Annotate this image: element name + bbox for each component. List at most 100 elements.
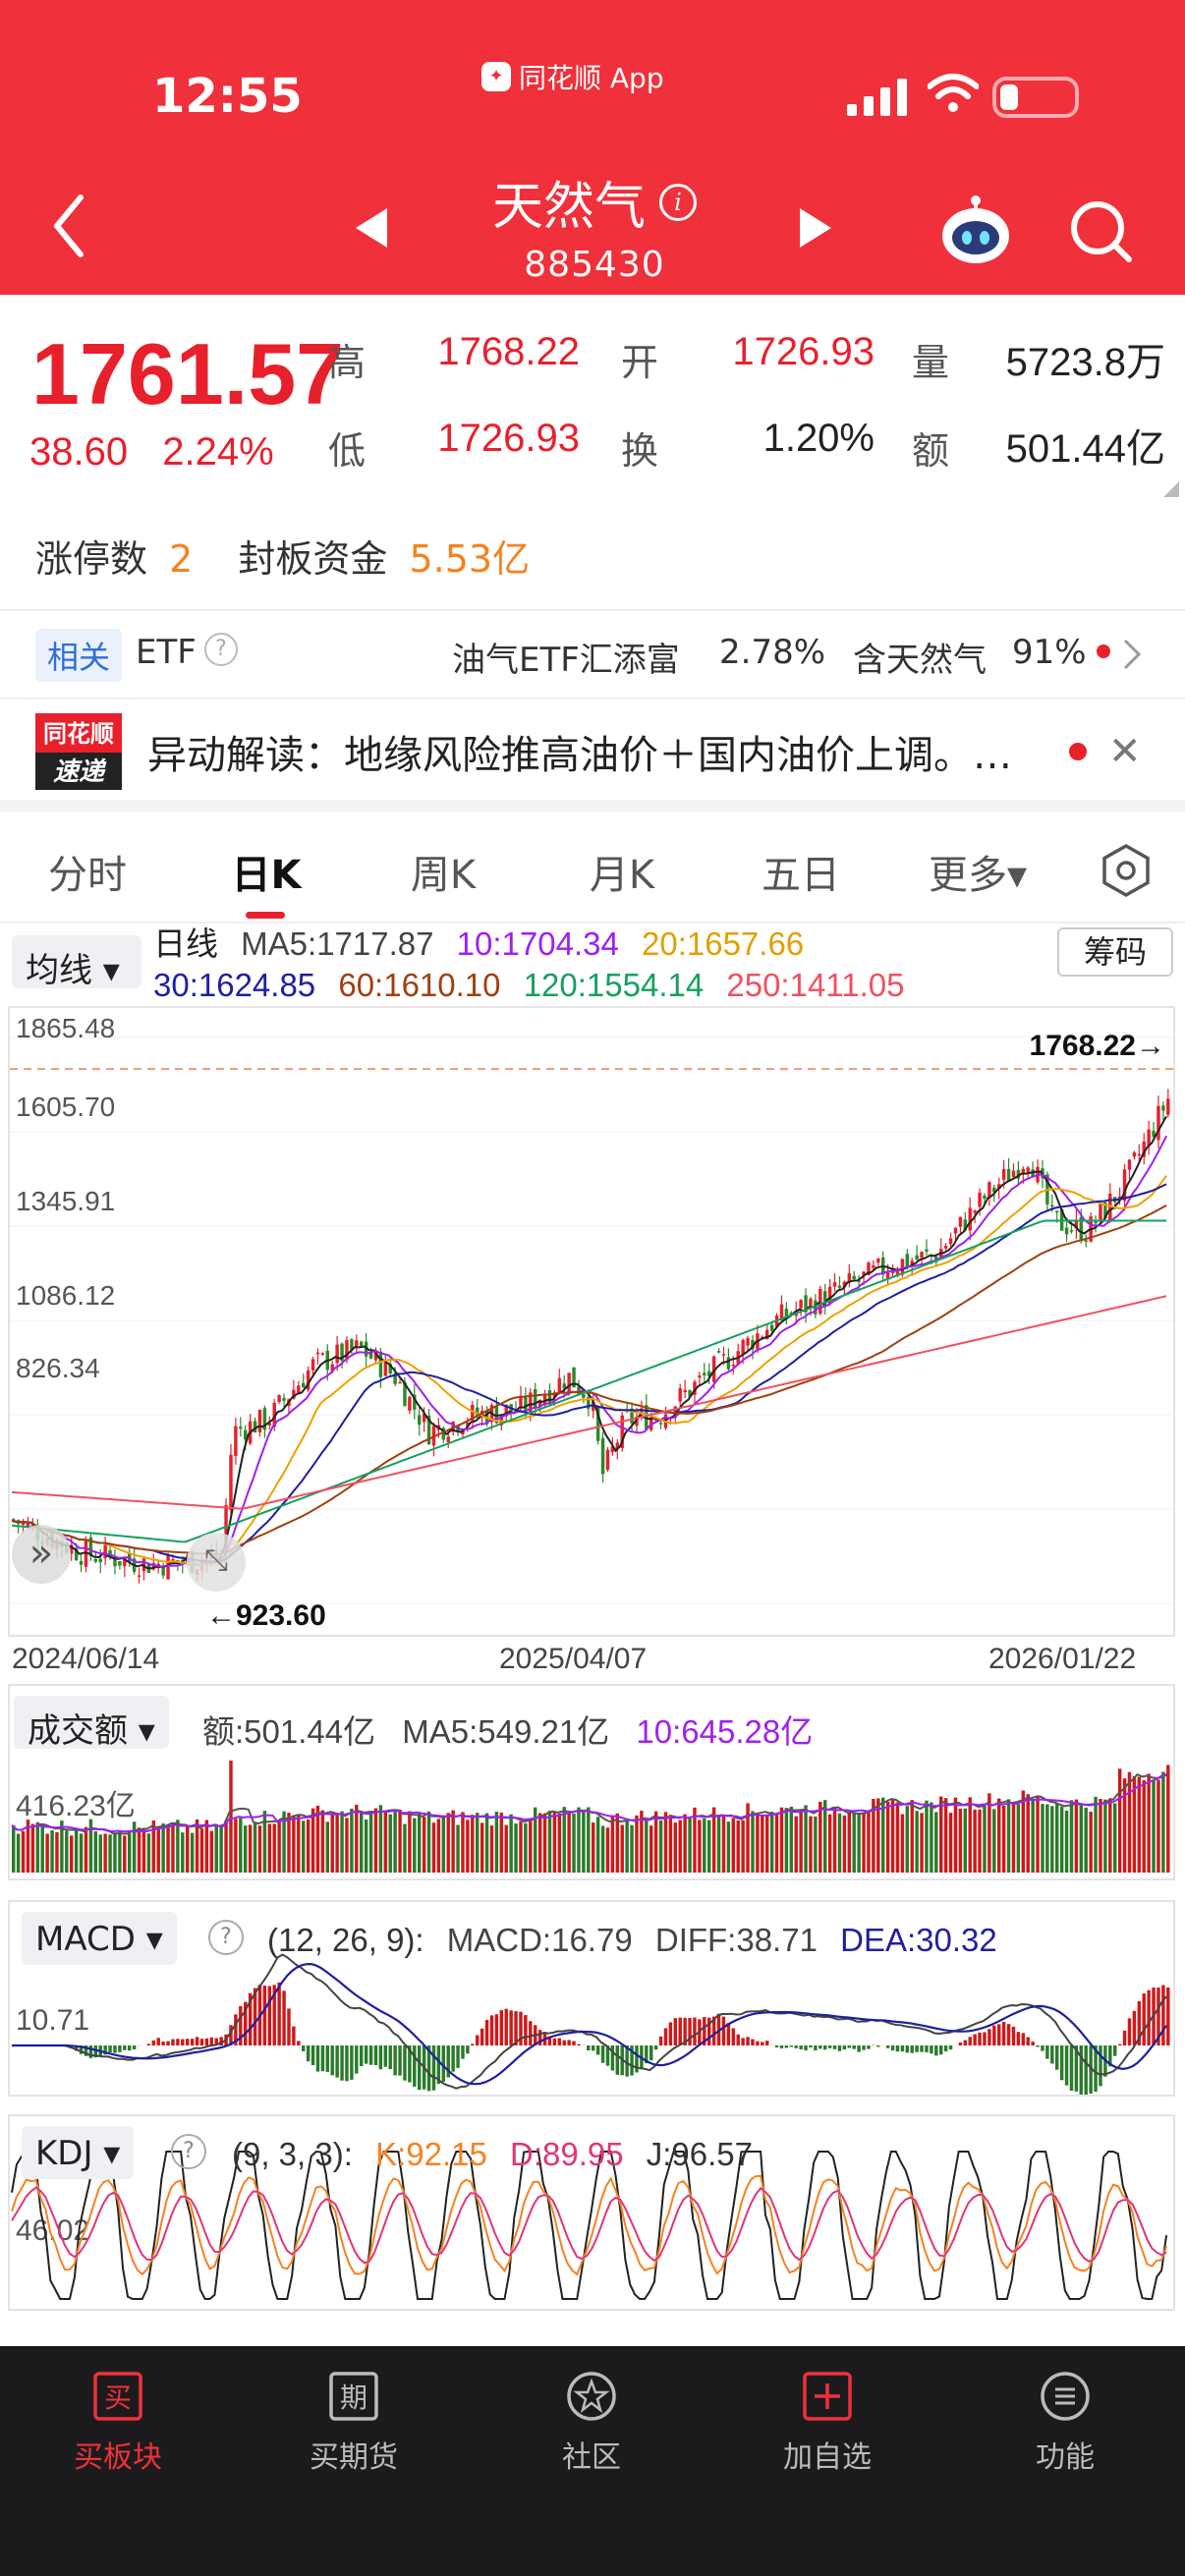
nav-buy-sector[interactable]: 买 买板块 <box>39 2360 197 2476</box>
y-tick-label: 1345.91 <box>16 1186 115 1216</box>
prev-stock-button[interactable] <box>352 206 391 250</box>
app-logo-icon: ✦ <box>481 62 511 91</box>
date-label-end: 2026/01/22 <box>988 1643 1137 1675</box>
etf-fund-change: 2.78% <box>719 633 826 672</box>
add-watchlist-icon <box>803 2372 852 2421</box>
news-logo-top: 同花顺 <box>43 720 114 748</box>
macd-value: MACD:16.79 <box>446 1922 633 1958</box>
macd-help-icon[interactable]: ? <box>208 1920 244 1955</box>
expand-triangle-icon[interactable] <box>1163 481 1179 497</box>
help-icon[interactable]: ? <box>204 633 238 666</box>
related-badge: 相关 <box>35 629 123 682</box>
status-time: 12:55 <box>152 69 303 124</box>
tab-monthly-k[interactable]: 月K <box>548 843 696 900</box>
nav-buy-futures[interactable]: 期 买期货 <box>275 2360 432 2476</box>
macd-y-tick: 10.71 <box>16 2004 89 2037</box>
amount-label: 额 <box>912 429 950 473</box>
price-change: 38.60 2.24% <box>29 430 298 475</box>
tab-weekly-k[interactable]: 周K <box>369 843 517 900</box>
info-icon[interactable]: i <box>659 183 697 221</box>
macd-params: (12, 26, 9): <box>267 1922 424 1958</box>
kdj-legend: (9, 3, 3): K:92.15 D:89.95 J:96.57 <box>232 2136 753 2173</box>
tab-daily-k[interactable]: 日K <box>193 843 340 900</box>
ma-legend: 日线 MA5:1717.87 10:1704.34 20:1657.66 30:… <box>153 924 918 1006</box>
etf-contains-label: 含天然气 <box>853 641 987 680</box>
limit-up-label: 涨停数 <box>35 537 148 581</box>
volume-label: 量 <box>912 341 950 384</box>
quote-panel: 1761.57 38.60 2.24% 高 1768.22 低 1726.93 … <box>0 295 1185 609</box>
y-tick-label: 826.34 <box>16 1353 100 1383</box>
nav-add-watchlist[interactable]: 加自选 <box>749 2360 906 2476</box>
settings-icon[interactable] <box>1099 843 1154 898</box>
low-value: 1726.93 <box>437 417 580 460</box>
min-price-label: ←923.60 <box>206 1599 326 1632</box>
close-icon[interactable]: ✕ <box>1108 729 1142 774</box>
tab-five-day[interactable]: 五日 <box>727 843 875 900</box>
last-price: 1761.57 <box>31 325 345 422</box>
macd-diff: DIFF:38.71 <box>654 1922 818 1958</box>
tab-intraday[interactable]: 分时 <box>14 843 161 900</box>
period-tabs: 分时 日K 周K 月K 五日 更多▾ <box>0 812 1185 922</box>
svg-text:期: 期 <box>340 2381 367 2414</box>
kdj-k: K:92.15 <box>375 2136 487 2172</box>
buy-icon: 买 <box>93 2372 142 2421</box>
nav-label: 社区 <box>562 2440 621 2475</box>
app-name-label: 同花顺 App <box>519 62 664 94</box>
line-type-label: 日线 <box>153 925 218 962</box>
max-price-label: 1768.22→ <box>1030 1030 1165 1062</box>
ma20-value: 20:1657.66 <box>642 925 805 962</box>
nav-community[interactable]: 社区 <box>513 2360 670 2476</box>
y-tick-label: 1605.70 <box>16 1092 115 1122</box>
expand-left-icon[interactable]: » <box>12 1525 71 1584</box>
kdj-indicator-select[interactable]: KDJ ▾ <box>22 2126 135 2179</box>
search-icon[interactable] <box>1066 196 1135 265</box>
amount-value: 501.44亿 <box>1005 427 1165 471</box>
kdj-j: J:96.57 <box>646 2136 754 2172</box>
kline-chart[interactable]: 1865.48 1605.70 1345.91 1086.12 826.34 1768.2… <box>8 1006 1175 1637</box>
macd-dea: DEA:30.32 <box>840 1922 997 1958</box>
kdj-params: (9, 3, 3): <box>232 2136 353 2172</box>
back-button[interactable] <box>47 192 96 260</box>
signal-icon <box>847 79 907 116</box>
date-label-start: 2024/06/14 <box>12 1643 160 1675</box>
turnover-value: 1.20% <box>762 417 875 460</box>
ma250-value: 250:1411.05 <box>726 967 905 1003</box>
tab-more[interactable]: 更多▾ <box>904 843 1051 900</box>
kline-svg: 1865.48 1605.70 1345.91 1086.12 826.34 1768.2… <box>10 1013 1173 1632</box>
fullscreen-icon[interactable]: ⤡ <box>187 1533 246 1592</box>
high-value: 1768.22 <box>437 330 580 373</box>
y-tick-label: 1865.48 <box>16 1013 115 1043</box>
volume-indicator-select[interactable]: 成交额 ▾ <box>14 1696 169 1751</box>
chip-distribution-button[interactable]: 筹码 <box>1057 927 1173 977</box>
nav-functions[interactable]: 功能 <box>987 2360 1144 2476</box>
date-label-mid: 2025/04/07 <box>499 1643 648 1675</box>
news-logo-bottom: 速递 <box>53 757 107 787</box>
header-bar: 12:55 ✦ 同花顺 App 天然气 i 885430 <box>0 0 1185 295</box>
battery-icon <box>992 77 1079 118</box>
etf-label: ETF <box>136 633 197 672</box>
ma120-value: 120:1554.14 <box>523 967 705 1003</box>
macd-indicator-select[interactable]: MACD ▾ <box>22 1912 177 1965</box>
ma60-value: 60:1610.10 <box>338 967 501 1003</box>
volume-ma5: MA5:549.21亿 <box>402 1713 610 1750</box>
nav-label: 买期货 <box>310 2440 398 2475</box>
seal-fund-value: 5.53亿 <box>409 537 531 581</box>
etf-row[interactable]: 相关 ETF ? 油气ETF汇添富 2.78% 含天然气 91% <box>0 611 1185 698</box>
futures-icon: 期 <box>329 2372 378 2421</box>
chevron-right-icon <box>1123 639 1142 670</box>
community-icon <box>567 2372 616 2421</box>
title-block: 天然气 i 885430 <box>393 165 796 285</box>
low-label: 低 <box>328 429 367 473</box>
kdj-d: D:89.95 <box>510 2136 624 2172</box>
news-row[interactable]: 同花顺 速递 异动解读：地缘风险推高油价＋国内油价上调。… ✕ <box>0 700 1185 798</box>
limit-up-count: 2 <box>169 537 194 581</box>
news-logo-icon: 同花顺 速递 <box>35 713 122 790</box>
ma-select-dropdown[interactable]: 均线 ▾ <box>12 935 141 990</box>
nav-label: 加自选 <box>783 2440 872 2475</box>
robot-assistant-icon[interactable] <box>938 193 1013 267</box>
etf-fund-name: 油气ETF汇添富 <box>452 641 680 680</box>
next-stock-button[interactable] <box>796 206 835 250</box>
turnover-label: 换 <box>621 429 659 473</box>
news-headline: 异动解读：地缘风险推高油价＋国内油价上调。… <box>147 733 1012 778</box>
kdj-help-icon[interactable]: ? <box>171 2134 206 2169</box>
